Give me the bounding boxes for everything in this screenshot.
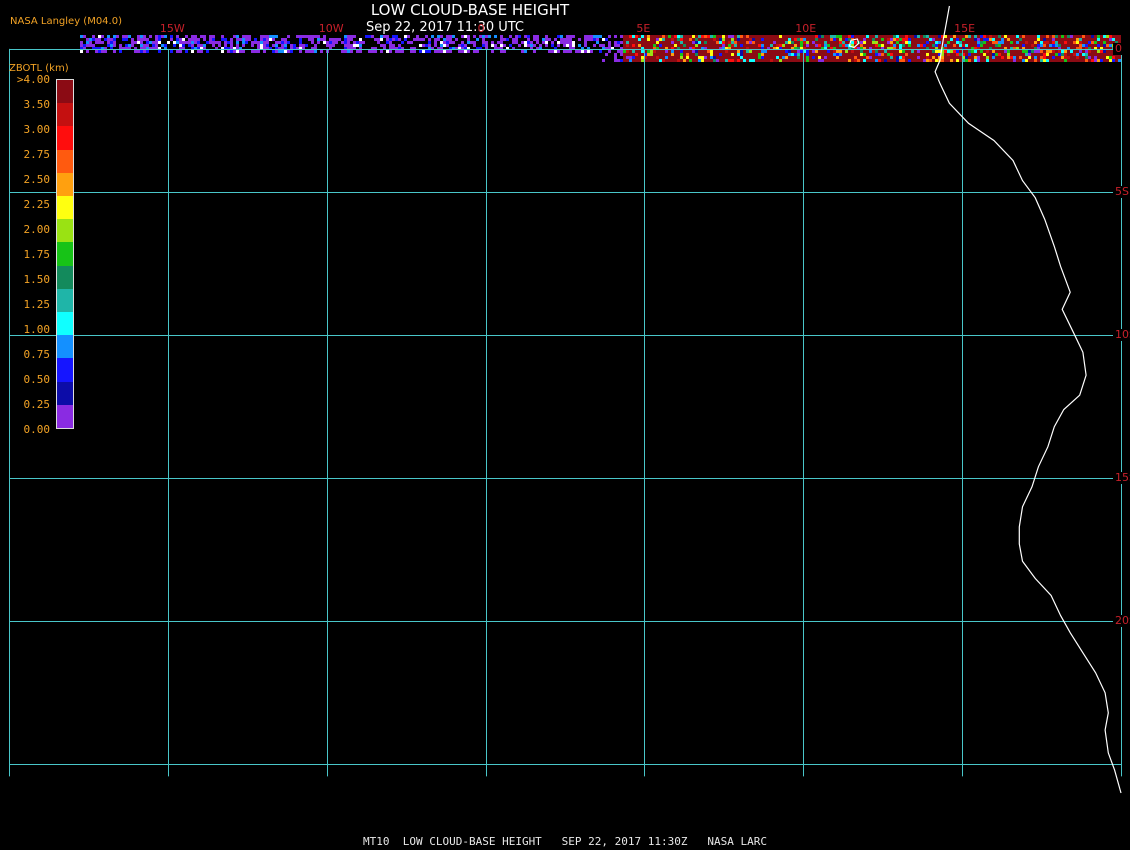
graticule-grid bbox=[9, 48, 1122, 777]
cloud-data-swath bbox=[80, 35, 1121, 62]
color-scale-bar bbox=[56, 79, 74, 429]
legend-tick: 0.50 bbox=[23, 373, 51, 386]
legend-swatch bbox=[57, 149, 73, 173]
legend-tick: 2.75 bbox=[23, 148, 51, 161]
longitude-label: 15E bbox=[954, 22, 976, 35]
longitude-label: 5E bbox=[636, 22, 651, 35]
longitude-label: 10W bbox=[318, 22, 344, 35]
legend-swatch bbox=[57, 358, 73, 382]
legend-swatch bbox=[57, 126, 73, 150]
legend-tick: 0.75 bbox=[23, 348, 51, 361]
legend-tick: >4.00 bbox=[16, 73, 50, 86]
legend-swatch bbox=[57, 335, 73, 359]
legend-swatch bbox=[57, 219, 73, 243]
latitude-label: 10S bbox=[1113, 329, 1130, 342]
legend-tick: 1.75 bbox=[23, 248, 51, 261]
legend-tick: 2.25 bbox=[23, 198, 51, 211]
latitude-label: 0 bbox=[1113, 41, 1124, 55]
longitude-label: 0 bbox=[477, 22, 485, 35]
latitude-label: 5S bbox=[1113, 185, 1130, 199]
legend-swatch bbox=[57, 381, 73, 405]
legend-swatch bbox=[57, 103, 73, 127]
legend-swatch bbox=[57, 172, 73, 197]
legend-tick: 0.00 bbox=[23, 423, 51, 436]
footer-caption: MT10 LOW CLOUD-BASE HEIGHT SEP 22, 2017 … bbox=[363, 835, 767, 848]
legend-tick: 1.50 bbox=[23, 273, 51, 286]
legend-swatch bbox=[57, 196, 73, 220]
legend-tick: 3.00 bbox=[23, 123, 51, 136]
legend-tick: 1.25 bbox=[23, 298, 51, 311]
legend-swatch bbox=[57, 288, 73, 313]
latitude-label: 20S bbox=[1113, 615, 1130, 628]
legend-tick: 3.50 bbox=[23, 98, 51, 111]
legend-swatch bbox=[57, 80, 73, 104]
legend-swatch bbox=[57, 265, 73, 289]
coastline bbox=[848, 5, 1122, 794]
legend-swatch bbox=[57, 312, 73, 336]
legend-swatch bbox=[57, 404, 73, 429]
satellite-map-view: LOW CLOUD-BASE HEIGHT Sep 22, 2017 11:30… bbox=[0, 0, 1130, 850]
legend-swatch bbox=[57, 242, 73, 266]
longitude-label: 10E bbox=[795, 22, 817, 35]
latitude-label: 15S bbox=[1113, 472, 1130, 485]
legend-tick: 2.50 bbox=[23, 173, 51, 186]
map-timestamp: Sep 22, 2017 11:30 UTC bbox=[365, 20, 525, 35]
longitude-label: 15W bbox=[159, 22, 185, 35]
legend-tick: 1.00 bbox=[23, 323, 51, 336]
source-tag: NASA Langley (M04.0) bbox=[10, 16, 122, 27]
legend-tick: 2.00 bbox=[23, 223, 51, 236]
map-title: LOW CLOUD-BASE HEIGHT bbox=[370, 1, 570, 19]
map-canvas bbox=[9, 5, 1122, 794]
legend-tick: 0.25 bbox=[23, 398, 51, 411]
